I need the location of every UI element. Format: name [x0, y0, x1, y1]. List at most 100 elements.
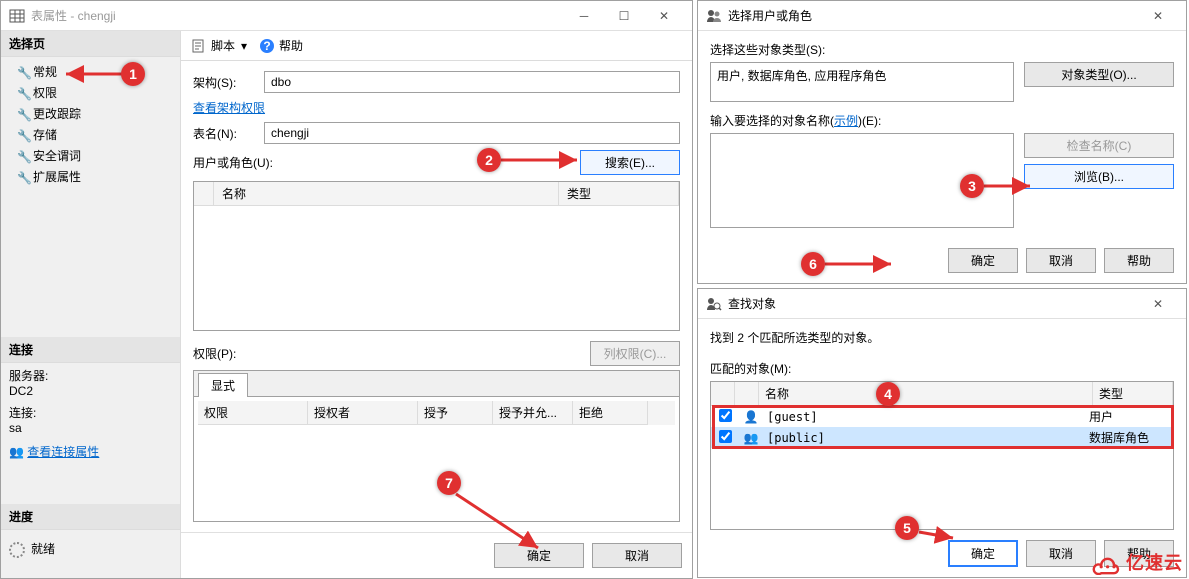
- annotation-marker-3: 3: [960, 174, 984, 198]
- watermark: 亿速云: [1090, 549, 1183, 575]
- svg-text:?: ?: [263, 39, 270, 53]
- close-button[interactable]: ✕: [1138, 2, 1178, 30]
- window-title: 选择用户或角色: [728, 7, 1138, 24]
- help-button[interactable]: 帮助: [1104, 248, 1174, 273]
- matched-objects-label: 匹配的对象(M):: [710, 360, 1174, 377]
- found-text: 找到 2 个匹配所选类型的对象。: [710, 329, 1174, 346]
- user-role-icon: [706, 8, 722, 24]
- select-types-label: 选择这些对象类型(S):: [710, 41, 1174, 58]
- table-icon: [9, 8, 25, 24]
- cancel-button[interactable]: 取消: [592, 543, 682, 568]
- sidebar-item-extended-props[interactable]: 🔧扩展属性: [1, 166, 180, 187]
- role-icon: 👥: [741, 431, 761, 445]
- enter-names-label: 输入要选择的对象名称: [710, 114, 830, 128]
- ok-button[interactable]: 确定: [948, 540, 1018, 567]
- sidebar-item-storage[interactable]: 🔧存储: [1, 124, 180, 145]
- browse-button[interactable]: 浏览(B)...: [1024, 164, 1174, 189]
- col-grant: 授予: [418, 401, 493, 425]
- column-name: 名称: [759, 382, 1093, 405]
- ok-button[interactable]: 确定: [948, 248, 1018, 273]
- cancel-button[interactable]: 取消: [1026, 540, 1096, 567]
- help-icon: ?: [259, 38, 275, 54]
- titlebar[interactable]: 表属性 - chengji ─ ☐ ✕: [1, 1, 692, 31]
- table-label: 表名(N):: [193, 125, 258, 142]
- main-panel: 脚本 ▾ ? 帮助 架构(S): 查看架构权限 表名(N): 用户或角色(: [181, 31, 692, 578]
- wrench-icon: 🔧: [17, 129, 29, 141]
- annotation-marker-5: 5: [895, 516, 919, 540]
- table-input[interactable]: [264, 122, 680, 144]
- titlebar[interactable]: 查找对象 ✕: [698, 289, 1186, 319]
- object-row-public[interactable]: 👥 [public] 数据库角色: [711, 427, 1173, 448]
- search-button[interactable]: 搜索(E)...: [580, 150, 680, 175]
- col-deny: 拒绝: [573, 401, 648, 425]
- column-type: 类型: [559, 182, 679, 205]
- conn-value: sa: [9, 421, 172, 435]
- script-button[interactable]: 脚本: [211, 37, 235, 54]
- cancel-button[interactable]: 取消: [1026, 248, 1096, 273]
- window-title: 查找对象: [728, 295, 1138, 312]
- tab-explicit[interactable]: 显式: [198, 373, 248, 397]
- titlebar[interactable]: 选择用户或角色 ✕: [698, 1, 1186, 31]
- dropdown-icon[interactable]: ▾: [241, 39, 247, 53]
- column-permissions-button[interactable]: 列权限(C)...: [590, 341, 680, 366]
- object-types-display: 用户, 数据库角色, 应用程序角色: [710, 62, 1014, 102]
- close-button[interactable]: ✕: [644, 2, 684, 30]
- column-name: 名称: [214, 182, 559, 205]
- progress-header: 进度: [1, 504, 180, 530]
- connection-header: 连接: [1, 337, 180, 363]
- connection-icon: 👥: [9, 445, 27, 459]
- search-user-icon: [706, 296, 722, 312]
- window-title: 表属性 - chengji: [31, 7, 564, 24]
- wrench-icon: 🔧: [17, 66, 29, 78]
- annotation-marker-1: 1: [121, 62, 145, 86]
- permissions-grid: 权限 授权者 授予 授予并允... 拒绝: [194, 396, 679, 521]
- conn-label: 连接:: [9, 404, 172, 421]
- annotation-marker-6: 6: [801, 252, 825, 276]
- column-type: 类型: [1093, 382, 1173, 405]
- matched-objects-list[interactable]: 名称 类型 👤 [guest] 用户 👥 [public] 数据库角色: [710, 381, 1174, 530]
- users-label: 用户或角色(U):: [193, 154, 273, 171]
- checkbox-guest[interactable]: [719, 409, 732, 422]
- annotation-marker-7: 7: [437, 471, 461, 495]
- annotation-marker-4: 4: [876, 382, 900, 406]
- permissions-label: 权限(P):: [193, 345, 236, 362]
- schema-input[interactable]: [264, 71, 680, 93]
- sidebar-item-permissions[interactable]: 🔧权限: [1, 82, 180, 103]
- sidebar-item-general[interactable]: 🔧常规: [1, 61, 180, 82]
- object-row-guest[interactable]: 👤 [guest] 用户: [711, 406, 1173, 427]
- view-schema-perms-link[interactable]: 查看架构权限: [193, 99, 265, 116]
- select-page-header: 选择页: [1, 31, 180, 57]
- user-icon: 👤: [741, 410, 761, 424]
- sidebar-item-security-predicate[interactable]: 🔧安全谓词: [1, 145, 180, 166]
- select-users-window: 选择用户或角色 ✕ 选择这些对象类型(S): 用户, 数据库角色, 应用程序角色…: [697, 0, 1187, 284]
- sidebar: 选择页 🔧常规 🔧权限 🔧更改跟踪 🔧存储 🔧安全谓词 🔧扩展属性 连接 服务器…: [1, 31, 181, 578]
- server-label: 服务器:: [9, 367, 172, 384]
- wrench-icon: 🔧: [17, 171, 29, 183]
- object-types-button[interactable]: 对象类型(O)...: [1024, 62, 1174, 87]
- schema-label: 架构(S):: [193, 74, 258, 91]
- script-icon: [191, 38, 207, 54]
- check-names-button[interactable]: 检查名称(C): [1024, 133, 1174, 158]
- minimize-button[interactable]: ─: [564, 2, 604, 30]
- view-connection-link[interactable]: 查看连接属性: [27, 445, 99, 459]
- permissions-tabs: 显式 权限 授权者 授予 授予并允... 拒绝: [193, 370, 680, 522]
- col-grant-with: 授予并允...: [493, 401, 573, 425]
- col-grantor: 授权者: [308, 401, 418, 425]
- find-objects-window: 查找对象 ✕ 找到 2 个匹配所选类型的对象。 匹配的对象(M): 名称 类型 …: [697, 288, 1187, 578]
- ok-button[interactable]: 确定: [494, 543, 584, 568]
- help-button[interactable]: 帮助: [279, 37, 303, 54]
- example-link[interactable]: 示例: [834, 114, 858, 128]
- wrench-icon: 🔧: [17, 150, 29, 162]
- users-listbox[interactable]: 名称 类型: [193, 181, 680, 331]
- close-button[interactable]: ✕: [1138, 290, 1178, 318]
- toolbar: 脚本 ▾ ? 帮助: [181, 31, 692, 61]
- annotation-marker-2: 2: [477, 148, 501, 172]
- maximize-button[interactable]: ☐: [604, 2, 644, 30]
- server-value: DC2: [9, 384, 172, 398]
- table-properties-window: 表属性 - chengji ─ ☐ ✕ 选择页 🔧常规 🔧权限 🔧更改跟踪 🔧存…: [0, 0, 693, 579]
- col-permission: 权限: [198, 401, 308, 425]
- wrench-icon: 🔧: [17, 87, 29, 99]
- checkbox-public[interactable]: [719, 430, 732, 443]
- status-ready: 就绪: [31, 542, 55, 556]
- sidebar-item-change-tracking[interactable]: 🔧更改跟踪: [1, 103, 180, 124]
